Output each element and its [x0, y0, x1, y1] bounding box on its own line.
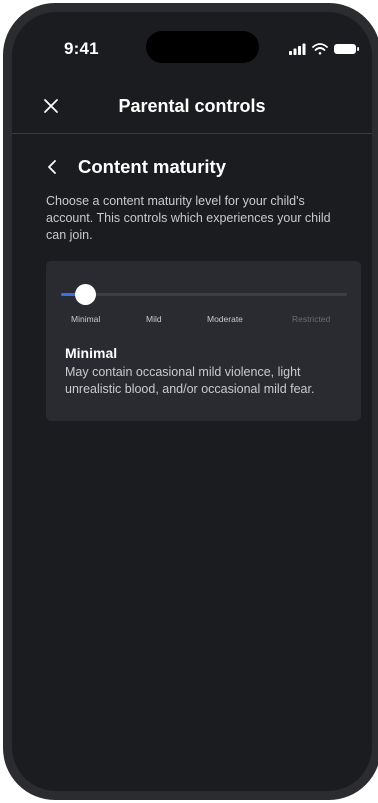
chevron-left-icon: [48, 160, 56, 174]
screen: 9:41 Parental controls Content maturity …: [12, 12, 372, 791]
header-divider: [12, 133, 372, 134]
level-label-moderate[interactable]: Moderate: [207, 314, 243, 324]
signal-icon: [289, 43, 306, 55]
level-label-restricted[interactable]: Restricted: [292, 314, 330, 324]
maturity-card: Minimal Mild Moderate Restricted Minimal…: [46, 261, 361, 421]
status-time: 9:41: [64, 39, 99, 58]
back-button[interactable]: [46, 158, 58, 176]
page-title: Parental controls: [118, 96, 266, 116]
level-label-mild[interactable]: Mild: [146, 314, 162, 324]
wifi-icon: [312, 43, 328, 55]
section-description: Choose a content maturity level for your…: [46, 194, 331, 242]
battery-icon: [334, 44, 359, 54]
phone-frame: 9:41 Parental controls Content maturity …: [3, 3, 378, 800]
selected-level-title: Minimal: [65, 345, 118, 361]
status-icons: [289, 42, 361, 56]
slider-track[interactable]: [61, 293, 347, 296]
section-title: Content maturity: [78, 156, 226, 177]
level-label-minimal[interactable]: Minimal: [71, 314, 100, 324]
dynamic-island: [146, 31, 259, 63]
slider-thumb[interactable]: [75, 284, 96, 305]
selected-level-description: May contain occasional mild violence, li…: [65, 365, 315, 396]
